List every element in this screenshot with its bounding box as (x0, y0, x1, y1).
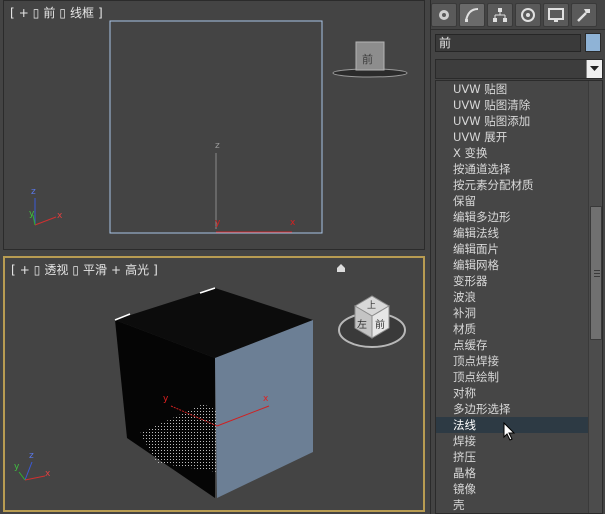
modifier-list-item[interactable]: 按元素分配材质 (436, 177, 602, 193)
gizmo-z-label: z (31, 187, 36, 197)
modifier-list-items: UVW 贴图 UVW 贴图清除 UVW 贴图添加 UVW 展开 X 变换 按通道选择 按元素… (436, 81, 602, 513)
modifier-list-item[interactable]: 顶点绘制 (436, 369, 602, 385)
motion-icon (521, 8, 535, 22)
chevron-down-icon (590, 66, 599, 71)
modifier-list-item[interactable]: 编辑网格 (436, 257, 602, 273)
modifier-list-item[interactable]: UVW 贴图添加 (436, 113, 602, 129)
command-panel: 前 UVW 贴图 UVW 贴图清除 UVW 贴图添加 UVW 展开 X 变换 按通道选择按… (430, 0, 605, 514)
modifier-list-item[interactable]: 多边形选择 (436, 401, 602, 417)
modifier-list-item[interactable]: 镜像 (436, 481, 602, 497)
create-icon (439, 10, 449, 20)
front-viewport[interactable]: [+ ▯ 前 ▯ 线框] z y x z x y 前 (3, 0, 425, 250)
axis-x-label: x (290, 218, 296, 228)
modifier-list-dropdown[interactable] (435, 59, 603, 79)
viewcube-top-label[interactable]: 上 (367, 298, 376, 311)
motion-tab[interactable] (515, 3, 541, 27)
modifier-list-item[interactable]: UVW 贴图 (436, 81, 602, 97)
modifier-list[interactable]: UVW 贴图 UVW 贴图清除 UVW 贴图添加 UVW 展开 X 变换 按通道选择 按元素… (435, 80, 603, 514)
gizmo-z-label: z (29, 451, 34, 461)
modifier-list-item[interactable]: 壳 (436, 497, 602, 513)
perspective-viewport[interactable]: [+ ▯ 透视 ▯ 平滑 + 高光] y x z x y 上 左 前 (3, 256, 425, 512)
viewcube-left-label[interactable]: 左 (357, 316, 367, 331)
modifier-list-item[interactable]: 材质 (436, 321, 602, 337)
modify-tab[interactable] (459, 3, 485, 27)
dropdown-arrow-button[interactable] (586, 60, 602, 78)
gizmo-x-label: x (45, 469, 51, 479)
utilities-tab[interactable] (571, 3, 597, 27)
display-tab[interactable] (543, 3, 569, 27)
mouse-cursor-icon (503, 422, 516, 441)
perspective-viewport-canvas (18, 264, 406, 498)
modifier-list-item[interactable]: 晶格 (436, 465, 602, 481)
axis-y-label: y (163, 394, 169, 404)
axis-y-label: y (215, 218, 221, 228)
display-icon (548, 8, 564, 22)
object-name-input[interactable]: 前 (435, 34, 581, 52)
modifier-list-item[interactable]: 保留 (436, 193, 602, 209)
modifier-list-item[interactable]: 法线 (436, 417, 602, 433)
modifier-list-item[interactable]: 波浪 (436, 289, 602, 305)
modifier-list-item[interactable]: X 变换 (436, 145, 602, 161)
viewcube-front-label[interactable]: 前 (362, 51, 373, 67)
modifier-list-item[interactable]: 挤压 (436, 449, 602, 465)
command-panel-tabs (431, 0, 605, 30)
gizmo-x-line (34, 216, 57, 226)
modifier-list-item[interactable]: 点缓存 (436, 337, 602, 353)
modifier-list-item[interactable]: 变形器 (436, 273, 602, 289)
viewcube-front-label[interactable]: 前 (375, 316, 385, 331)
modifier-list-item[interactable]: 编辑多边形 (436, 209, 602, 225)
axis-z-label: z (215, 141, 220, 151)
gizmo-y-label: y (29, 209, 35, 219)
modifier-list-item[interactable]: 按通道选择 (436, 161, 602, 177)
modifier-list-item[interactable]: 顶点焊接 (436, 353, 602, 369)
home-icon (337, 264, 345, 272)
modifier-list-item[interactable]: 对称 (436, 385, 602, 401)
modifier-list-item[interactable]: UVW 贴图清除 (436, 97, 602, 113)
hierarchy-icon (493, 8, 507, 22)
modify-icon (465, 8, 479, 22)
create-tab[interactable] (431, 3, 457, 27)
utilities-icon (577, 9, 590, 22)
modifier-list-scrollbar[interactable] (588, 81, 602, 513)
modifier-list-item[interactable]: 补洞 (436, 305, 602, 321)
object-color-swatch[interactable] (585, 33, 601, 52)
gizmo-x-label: x (57, 211, 63, 221)
modifier-list-item[interactable]: 焊接 (436, 433, 602, 449)
scrollbar-thumb[interactable] (590, 206, 602, 340)
axis-x-label: x (263, 394, 269, 404)
modifier-list-item[interactable]: 编辑法线 (436, 225, 602, 241)
modifier-list-item[interactable]: UVW 展开 (436, 129, 602, 145)
gizmo-y-label: y (14, 462, 20, 472)
modifier-list-item[interactable]: 编辑面片 (436, 241, 602, 257)
front-viewport-canvas (32, 20, 408, 234)
hierarchy-tab[interactable] (487, 3, 513, 27)
